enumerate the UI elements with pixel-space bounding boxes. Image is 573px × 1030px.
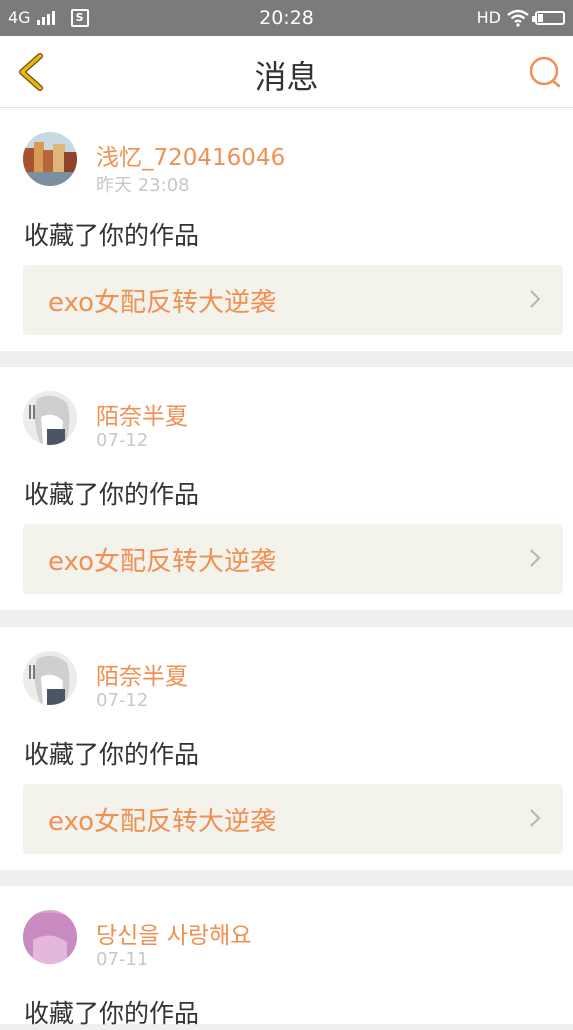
user-avatar[interactable] bbox=[23, 391, 77, 445]
message-time: 07-12 bbox=[96, 690, 149, 711]
user-avatar[interactable] bbox=[23, 910, 77, 964]
wifi-icon bbox=[507, 9, 529, 27]
page-title: 消息 bbox=[254, 58, 319, 96]
message-action: 收藏了你的作品 bbox=[24, 221, 200, 250]
message-action: 收藏了你的作品 bbox=[24, 999, 200, 1028]
message-time: 07-11 bbox=[96, 949, 149, 970]
username[interactable]: 浅忆_720416046 bbox=[96, 138, 285, 172]
user-avatar[interactable] bbox=[23, 132, 77, 186]
status-right: HD bbox=[477, 8, 565, 27]
message-time: 昨天 23:08 bbox=[96, 175, 190, 196]
work-title: exo女配反转大逆袭 bbox=[48, 807, 277, 837]
user-avatar[interactable] bbox=[23, 651, 77, 705]
chevron-right-icon bbox=[530, 809, 541, 827]
battery-icon bbox=[532, 10, 565, 25]
work-link[interactable]: exo女配反转大逆袭 bbox=[23, 524, 563, 594]
message-card: 당신을 사랑해요 07-11 收藏了你的作品 bbox=[0, 886, 573, 1028]
message-action: 收藏了你的作品 bbox=[24, 480, 200, 509]
work-link[interactable]: exo女配反转大逆袭 bbox=[23, 265, 563, 335]
nav-bar: 消息 bbox=[0, 36, 573, 108]
work-link[interactable]: exo女配反转大逆袭 bbox=[23, 784, 563, 854]
message-card: 陌奈半夏 07-12 收藏了你的作品 exo女配反转大逆袭 bbox=[0, 367, 573, 610]
chevron-right-icon bbox=[530, 549, 541, 567]
chevron-right-icon bbox=[530, 290, 541, 308]
username[interactable]: 陌奈半夏 bbox=[96, 397, 188, 431]
message-card: 浅忆_720416046 昨天 23:08 收藏了你的作品 exo女配反转大逆袭 bbox=[0, 108, 573, 351]
hd-label: HD bbox=[476, 8, 501, 27]
status-bar: 4G S 20:28 HD bbox=[0, 0, 573, 36]
username[interactable]: 당신을 사랑해요 bbox=[96, 916, 251, 950]
work-title: exo女配反转大逆袭 bbox=[48, 288, 277, 318]
message-time: 07-12 bbox=[96, 430, 149, 451]
username[interactable]: 陌奈半夏 bbox=[96, 657, 188, 691]
work-title: exo女配反转大逆袭 bbox=[48, 547, 277, 577]
message-card: 陌奈半夏 07-12 收藏了你的作品 exo女配反转大逆袭 bbox=[0, 627, 573, 870]
search-icon[interactable] bbox=[527, 54, 563, 90]
message-action: 收藏了你的作品 bbox=[24, 740, 200, 769]
